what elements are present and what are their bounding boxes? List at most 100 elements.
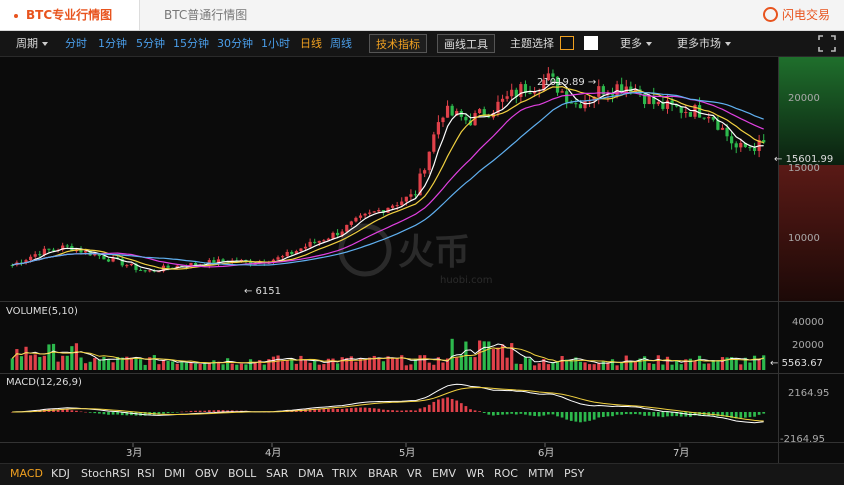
period-dropdown[interactable]: 周期 <box>16 31 48 56</box>
period-5min[interactable]: 5分钟 <box>136 31 165 56</box>
volume-bar <box>65 355 69 370</box>
volume-bar <box>450 338 454 370</box>
volume-bar <box>61 355 65 370</box>
indicator-psy[interactable]: PSY <box>564 464 584 484</box>
volume-bar <box>102 356 106 370</box>
volume-bar <box>24 346 28 370</box>
indicator-macd[interactable]: MACD <box>10 464 43 484</box>
volume-bar <box>239 363 243 370</box>
draw-tools-button[interactable]: 画线工具 <box>437 34 495 53</box>
tab-pro-chart[interactable]: BTC专业行情图 <box>0 0 140 30</box>
indicator-boll[interactable]: BOLL <box>228 464 256 484</box>
indicator-emv[interactable]: EMV <box>432 464 456 484</box>
indicator-vr[interactable]: VR <box>407 464 422 484</box>
candle-body <box>734 143 738 148</box>
volume-bar <box>441 362 445 370</box>
period-1min[interactable]: 1分钟 <box>98 31 127 56</box>
candle-body <box>707 116 711 119</box>
macd-bar <box>556 412 559 417</box>
candle-body <box>445 105 450 118</box>
more-markets-dropdown[interactable]: 更多市场 <box>677 31 731 56</box>
volume-bar <box>33 354 37 370</box>
indicator-wr[interactable]: WR <box>466 464 485 484</box>
indicator-dmi[interactable]: DMI <box>164 464 185 484</box>
theme-dark-swatch[interactable] <box>560 36 574 50</box>
volume-bar <box>720 357 725 370</box>
indicator-sar[interactable]: SAR <box>266 464 288 484</box>
indicator-brar[interactable]: BRAR <box>368 464 398 484</box>
x-tick-mar: 3月 <box>126 447 142 459</box>
candle-body <box>427 151 431 171</box>
volume-bar <box>198 363 202 370</box>
macd-bar <box>432 401 436 412</box>
tab-basic-chart[interactable]: BTC普通行情图 <box>164 0 247 30</box>
indicator-kdj[interactable]: KDJ <box>51 464 70 484</box>
period-15min[interactable]: 15分钟 <box>173 31 209 56</box>
period-fenshi[interactable]: 分时 <box>65 31 87 56</box>
candle-body <box>106 259 111 262</box>
volume-bar <box>624 355 628 370</box>
period-daily[interactable]: 日线 <box>300 31 322 56</box>
indicator-stochrsi[interactable]: StochRSI <box>81 464 130 484</box>
candle-body <box>290 251 294 254</box>
flash-trade-link[interactable]: 闪电交易 <box>762 0 830 30</box>
volume-bar <box>331 358 335 370</box>
macd-tick-pos: 2164.95 <box>788 388 829 399</box>
macd-bar <box>643 412 646 416</box>
macd-bar <box>345 408 349 412</box>
indicator-roc[interactable]: ROC <box>494 464 518 484</box>
indicator-obv[interactable]: OBV <box>195 464 218 484</box>
volume-bar <box>395 358 399 370</box>
candle-body <box>624 86 628 93</box>
volume-bar <box>313 360 317 370</box>
more-dropdown[interactable]: 更多 <box>620 31 652 56</box>
indicator-mtm[interactable]: MTM <box>528 464 554 484</box>
lightning-logo-icon <box>762 7 778 22</box>
candle-body <box>143 270 147 272</box>
indicator-trix[interactable]: TRIX <box>332 464 357 484</box>
volume-bar <box>363 359 367 370</box>
theme-light-swatch[interactable] <box>584 36 598 50</box>
x-tick-may: 5月 <box>399 447 415 459</box>
candle-body <box>285 251 289 257</box>
candle-body <box>331 232 335 239</box>
indicator-dma[interactable]: DMA <box>298 464 324 484</box>
period-30min[interactable]: 30分钟 <box>217 31 253 56</box>
candle-body <box>574 103 578 105</box>
candle-body <box>363 213 367 216</box>
volume-bar <box>271 356 276 370</box>
volume-bar <box>29 355 33 370</box>
volume-bar <box>308 362 312 370</box>
candle-body <box>390 205 395 208</box>
fullscreen-icon[interactable] <box>818 35 836 52</box>
period-1h[interactable]: 1小时 <box>261 31 290 56</box>
volume-bar <box>523 356 528 370</box>
tab-bar: BTC专业行情图 BTC普通行情图 闪电交易 <box>0 0 844 31</box>
macd-bar <box>322 408 326 412</box>
chart-area[interactable]: 火币 huobi.com 20000 15000 10000 ← 15601.9… <box>0 57 844 463</box>
volume-bar <box>152 355 156 370</box>
volume-bar <box>221 364 225 370</box>
indicator-rsi[interactable]: RSI <box>137 464 155 484</box>
period-weekly[interactable]: 周线 <box>330 31 352 56</box>
tech-indicator-button[interactable]: 技术指标 <box>369 34 427 53</box>
candle-body <box>409 194 413 197</box>
macd-bar <box>382 409 385 412</box>
candle-body <box>313 241 317 243</box>
candle-body <box>372 211 376 213</box>
macd-bar <box>459 403 463 412</box>
chevron-down-icon <box>646 42 652 46</box>
candle-body <box>129 263 134 266</box>
volume-bar <box>693 360 697 370</box>
candle-body <box>166 265 170 268</box>
flash-trade-label: 闪电交易 <box>781 8 830 22</box>
candle-body <box>148 270 152 272</box>
volume-bar <box>88 361 92 370</box>
macd-bar <box>505 412 509 415</box>
macd-bar <box>212 410 216 412</box>
volume-tag-value: 5563.67 <box>782 358 823 369</box>
low-annotation: ← 6151 <box>244 286 281 297</box>
volume-bar <box>143 364 147 370</box>
volume-bar <box>633 361 638 370</box>
candle-body <box>377 210 381 212</box>
